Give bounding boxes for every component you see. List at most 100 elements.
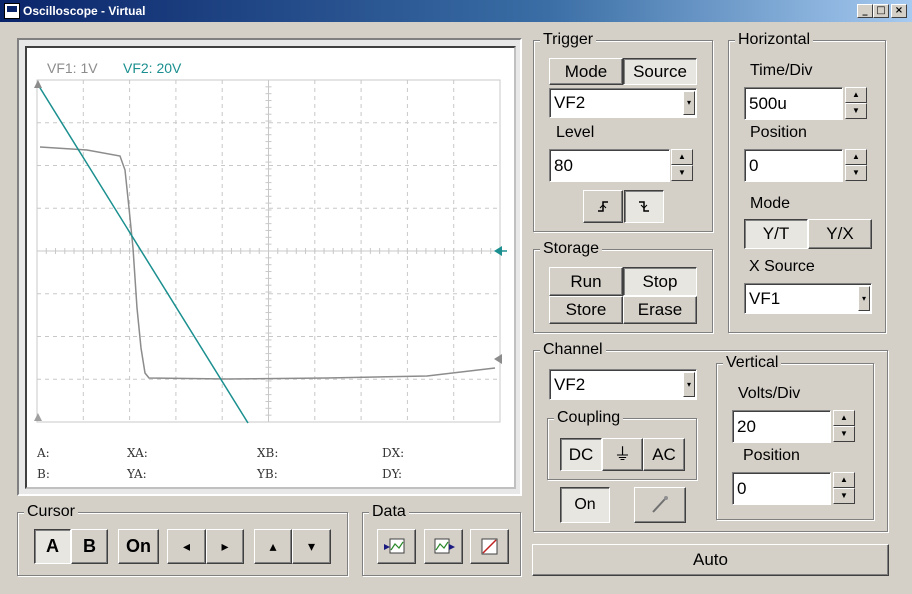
data-clear-button[interactable] [470, 529, 509, 564]
x-source-value: VF1 [749, 289, 781, 308]
close-button[interactable]: × [891, 4, 907, 18]
time-div-spinner[interactable]: ▲ ▼ [845, 87, 867, 120]
app-icon [4, 3, 20, 19]
spin-down-icon[interactable]: ▼ [845, 103, 867, 119]
import-data-icon [384, 538, 405, 554]
cursor-up-button[interactable]: ▴ [254, 529, 292, 564]
horizontal-position-label: Position [750, 124, 807, 141]
coupling-ac-button[interactable]: AC [643, 438, 685, 471]
vertical-group-title: Vertical [723, 354, 782, 372]
cursor-a-button[interactable]: A [34, 529, 71, 564]
trigger-level-spinner[interactable]: ▲ ▼ [671, 149, 693, 182]
channel-probe-button[interactable] [634, 487, 686, 523]
trigger-level-input[interactable]: 80 [549, 149, 670, 182]
data-export-button[interactable] [424, 529, 463, 564]
spin-up-icon[interactable]: ▲ [833, 410, 855, 426]
cursor-left-button[interactable]: ◂ [167, 529, 206, 564]
spin-down-icon[interactable]: ▼ [833, 426, 855, 442]
spin-up-icon[interactable]: ▲ [833, 472, 855, 488]
spin-down-icon[interactable]: ▼ [845, 165, 867, 181]
meas-dy: DY: [382, 467, 403, 481]
cursor-b-button[interactable]: B [71, 529, 108, 564]
coupling-group-title: Coupling [554, 409, 624, 427]
arrow-left-icon: ◂ [182, 538, 191, 554]
spin-up-icon[interactable]: ▲ [671, 149, 693, 165]
window-title: Oscilloscope - Virtual [23, 4, 146, 18]
horizontal-group-title: Horizontal [735, 31, 814, 49]
cursor-marker [34, 413, 42, 421]
cursor-group-title: Cursor [24, 503, 79, 521]
waveform-display [34, 79, 507, 424]
trigger-source-select[interactable]: VF2 ▾ [549, 88, 697, 118]
falling-edge-icon [639, 201, 649, 212]
export-data-icon [434, 538, 455, 554]
coupling-ground-button[interactable]: ⏚ [602, 438, 643, 471]
probe-icon [652, 496, 668, 513]
arrow-right-icon: ▸ [221, 538, 229, 554]
volts-div-spinner[interactable]: ▲ ▼ [833, 410, 855, 443]
ch1-position-marker [494, 354, 502, 364]
meas-xb: XB: [257, 446, 279, 460]
vertical-position-input[interactable]: 0 [732, 472, 831, 505]
scope-screen: VF1: 1V VF2: 20V A: XA: XB: DX: B: YA: Y… [25, 46, 516, 489]
time-div-label: Time/Div [750, 62, 813, 79]
channel-on-button[interactable]: On [560, 487, 610, 523]
cursor-down-button[interactable]: ▾ [292, 529, 331, 564]
meas-a: A: [37, 446, 50, 460]
rising-edge-button[interactable] [583, 190, 623, 223]
falling-edge-button[interactable] [624, 190, 664, 223]
channel-group-title: Channel [540, 341, 606, 359]
stop-button[interactable]: Stop [623, 267, 697, 296]
vertical-position-label: Position [743, 447, 800, 464]
trigger-level-marker [494, 246, 502, 256]
cursor-on-button[interactable]: On [118, 529, 159, 564]
mode-yx-button[interactable]: Y/X [808, 219, 872, 249]
meas-yb: YB: [257, 467, 278, 481]
minimize-button[interactable]: _ [857, 4, 873, 18]
auto-button[interactable]: Auto [532, 544, 889, 576]
arrow-up-icon: ▴ [269, 538, 277, 554]
mode-yt-button[interactable]: Y/T [744, 219, 808, 249]
run-button[interactable]: Run [549, 267, 623, 296]
trigger-source-button[interactable]: Source [623, 58, 697, 85]
store-button[interactable]: Store [549, 296, 623, 324]
channel-value: VF2 [554, 375, 586, 394]
rising-edge-icon [598, 201, 608, 212]
trigger-source-value: VF2 [554, 93, 586, 112]
ch2-trace [36, 82, 249, 424]
chevron-down-icon[interactable]: ▾ [683, 91, 695, 115]
vertical-position-spinner[interactable]: ▲ ▼ [833, 472, 855, 505]
erase-button[interactable]: Erase [623, 296, 697, 324]
ch1-trace [39, 146, 496, 380]
trigger-mode-button[interactable]: Mode [549, 58, 623, 85]
spin-down-icon[interactable]: ▼ [833, 488, 855, 504]
coupling-dc-button[interactable]: DC [560, 438, 602, 471]
time-div-input[interactable]: 500u [744, 87, 843, 120]
trigger-level-label: Level [556, 124, 595, 141]
x-source-label: X Source [749, 258, 815, 275]
data-import-button[interactable] [377, 529, 416, 564]
spin-down-icon[interactable]: ▼ [671, 165, 693, 181]
trigger-group-title: Trigger [540, 31, 597, 49]
volts-div-label: Volts/Div [738, 385, 801, 402]
meas-dx: DX: [382, 446, 405, 460]
meas-b: B: [37, 467, 50, 481]
horizontal-mode-label: Mode [750, 195, 791, 212]
arrow-down-icon: ▾ [307, 538, 316, 554]
clear-data-icon [481, 538, 498, 555]
trigger-position-marker [34, 80, 42, 88]
spin-up-icon[interactable]: ▲ [845, 149, 867, 165]
data-group-title: Data [369, 503, 409, 521]
horizontal-position-spinner[interactable]: ▲ ▼ [845, 149, 867, 182]
channel-select[interactable]: VF2 ▾ [549, 369, 697, 400]
spin-up-icon[interactable]: ▲ [845, 87, 867, 103]
chevron-down-icon[interactable]: ▾ [683, 372, 695, 397]
volts-div-input[interactable]: 20 [732, 410, 831, 443]
title-bar: Oscilloscope - Virtual _ □ × [0, 0, 912, 22]
x-source-select[interactable]: VF1 ▾ [744, 283, 872, 314]
chevron-down-icon[interactable]: ▾ [858, 286, 870, 311]
maximize-button[interactable]: □ [873, 4, 889, 18]
horizontal-position-input[interactable]: 0 [744, 149, 843, 182]
meas-xa: XA: [127, 446, 148, 460]
cursor-right-button[interactable]: ▸ [206, 529, 244, 564]
